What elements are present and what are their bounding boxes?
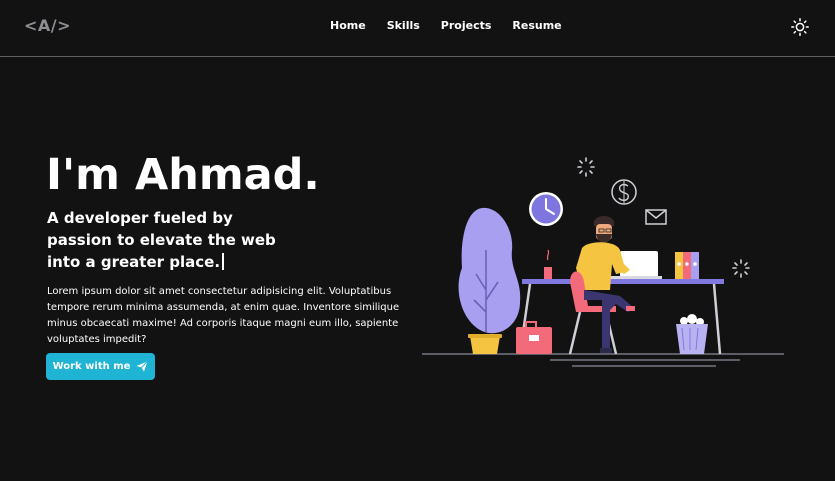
developer-illustration (422, 157, 784, 367)
spinner-icon (577, 157, 595, 177)
envelope-icon (645, 209, 667, 225)
briefcase-icon (516, 321, 552, 354)
hero-title: I'm Ahmad. (46, 150, 320, 200)
nav-links: Home Skills Projects Resume (330, 19, 562, 32)
work-with-me-button[interactable]: Work with me (46, 353, 155, 380)
hero-description: Lorem ipsum dolor sit amet consectetur a… (47, 286, 400, 345)
plant-icon (458, 207, 521, 354)
work-with-me-label: Work with me (52, 361, 131, 372)
navbar: <A/> Home Skills Projects Resume (0, 0, 835, 57)
clock-icon (529, 192, 563, 226)
hero-subtitle: A developer fueled by passion to elevate… (47, 207, 297, 273)
spinner-icon (732, 259, 750, 278)
nav-link-skills[interactable]: Skills (387, 19, 420, 32)
page: <A/> Home Skills Projects Resume I'm Ahm… (0, 0, 835, 481)
hero-subtitle-text: A developer fueled by passion to elevate… (47, 209, 276, 271)
nav-link-resume[interactable]: Resume (512, 19, 561, 32)
binders-icon (675, 252, 699, 279)
typing-caret (222, 253, 224, 270)
nav-link-home[interactable]: Home (330, 19, 366, 32)
theme-toggle-button[interactable] (791, 18, 809, 36)
nav-link-projects[interactable]: Projects (441, 19, 492, 32)
sun-icon (791, 18, 809, 36)
floor-lines (422, 353, 784, 367)
mug-icon (544, 249, 552, 279)
trash-bin-icon (676, 314, 708, 354)
dollar-coin-icon (611, 179, 637, 205)
developer-person (568, 216, 635, 355)
logo[interactable]: <A/> (24, 16, 71, 35)
paper-plane-icon (136, 361, 149, 372)
